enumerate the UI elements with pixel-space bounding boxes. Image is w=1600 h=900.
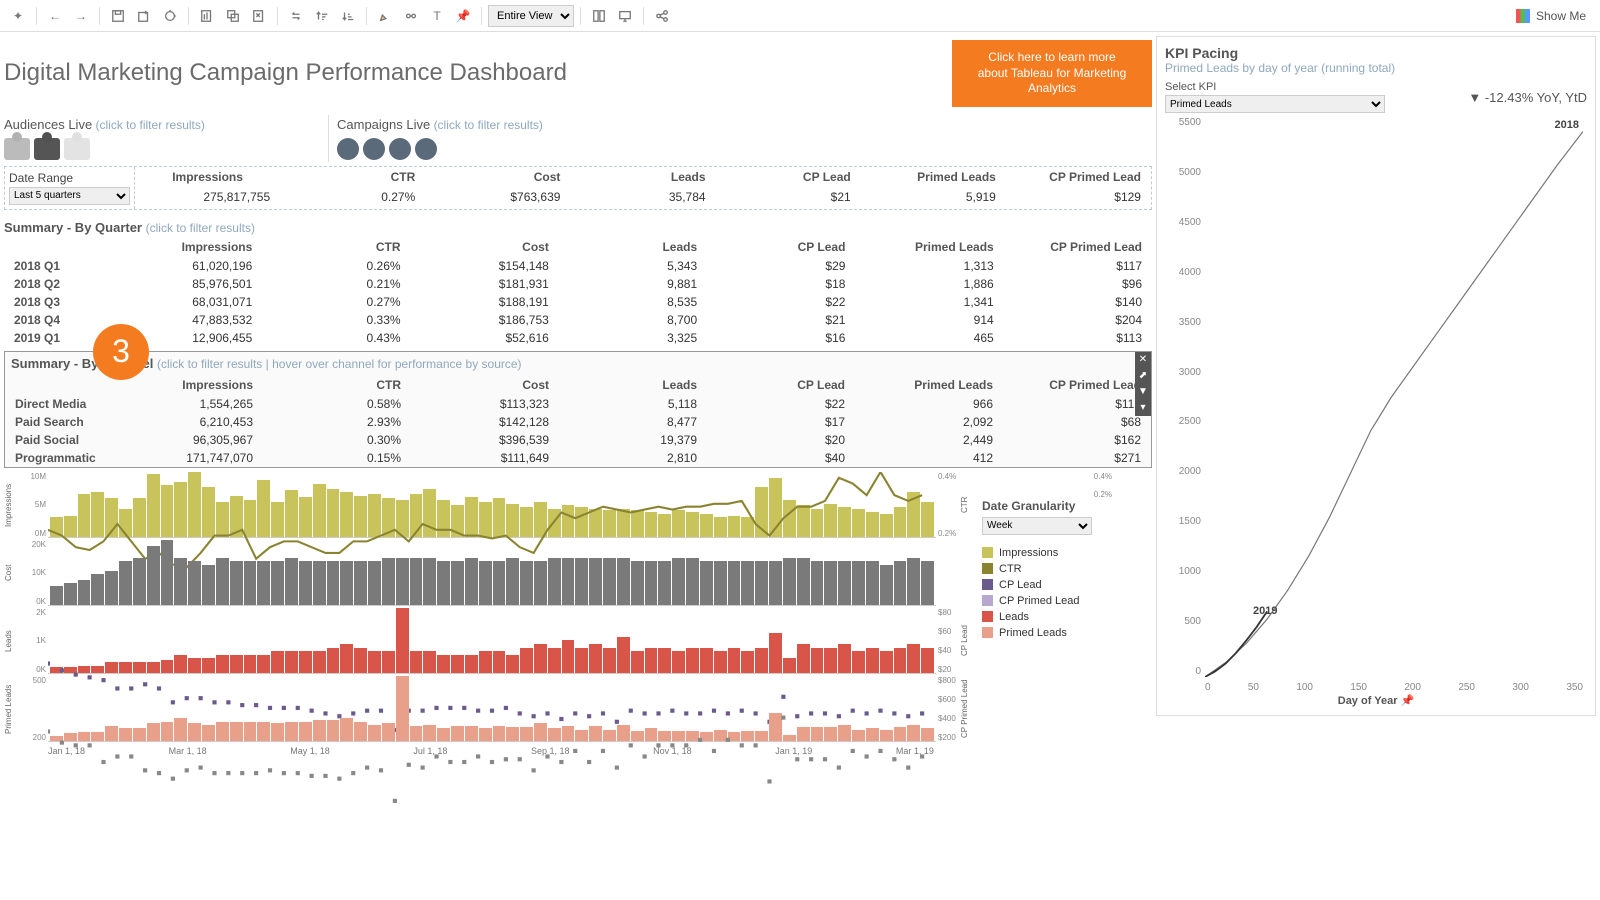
table-row[interactable]: 2018 Q161,020,1960.26%$154,1485,343$291,…	[4, 257, 1152, 275]
chart-cost[interactable]: Cost 20K10K0K	[4, 540, 978, 606]
table-row[interactable]: 2019 Q112,906,4550.43%$52,6163,325$16465…	[4, 329, 1152, 347]
cta-button[interactable]: Click here to learn more about Tableau f…	[952, 40, 1152, 107]
legend-item[interactable]: Leads	[982, 609, 1152, 625]
kpi-chart[interactable]: 5500500045004000350030002500200015001000…	[1165, 117, 1587, 707]
swap-icon[interactable]	[284, 4, 308, 28]
audience-icon[interactable]	[64, 138, 90, 160]
date-range-label: Date Range	[9, 171, 130, 185]
table-row[interactable]: Direct Media1,554,2650.58%$113,3235,118$…	[5, 395, 1151, 413]
chart-impressions[interactable]: Impressions 10M5M0M 0.4%0.2%CTR	[4, 472, 978, 538]
kpi-select[interactable]: Primed Leads	[1165, 95, 1385, 113]
clear-icon[interactable]	[247, 4, 271, 28]
table-row[interactable]: 2018 Q447,883,5320.33%$186,7538,700$2191…	[4, 311, 1152, 329]
audiences-label: Audiences Live	[4, 117, 92, 132]
pin-icon[interactable]: 📌	[451, 4, 475, 28]
campaign-dot[interactable]	[389, 138, 411, 160]
legend-item[interactable]: CP Primed Lead	[982, 593, 1152, 609]
kpi-panel: KPI Pacing Primed Leads by day of year (…	[1156, 36, 1596, 716]
table-row[interactable]: Paid Social96,305,9670.30%$396,53919,379…	[5, 431, 1151, 449]
granularity-select[interactable]: Week	[982, 517, 1092, 535]
expand-icon[interactable]: ⬈	[1135, 368, 1151, 384]
toolbar: ✦ ← → T 📌 Entire View Show Me	[0, 0, 1600, 32]
step-badge: 3	[93, 324, 149, 380]
refresh-icon[interactable]	[158, 4, 182, 28]
filter-icon[interactable]: ▼	[1135, 384, 1151, 400]
table-row[interactable]: 2018 Q368,031,0710.27%$188,1918,535$221,…	[4, 293, 1152, 311]
close-icon[interactable]: ✕	[1135, 352, 1151, 368]
audience-icon[interactable]	[4, 138, 30, 160]
chart-xaxis: Jan 1, 18Mar 1, 18May 1, 18Jul 1, 18Sep …	[4, 744, 978, 756]
view-mode-select[interactable]: Entire View	[488, 5, 574, 27]
legend-item[interactable]: CP Lead	[982, 577, 1152, 593]
presentation-icon[interactable]	[613, 4, 637, 28]
kpi-title: KPI Pacing	[1165, 45, 1587, 61]
sort-desc-icon[interactable]	[336, 4, 360, 28]
table-row[interactable]: 2018 Q285,976,5010.21%$181,9319,881$181,…	[4, 275, 1152, 293]
highlight-icon[interactable]	[373, 4, 397, 28]
show-cards-icon[interactable]	[587, 4, 611, 28]
table-row[interactable]: Programmatic171,747,0700.15%$111,6492,81…	[5, 449, 1151, 467]
duplicate-icon[interactable]	[221, 4, 245, 28]
group-icon[interactable]	[399, 4, 423, 28]
new-data-icon[interactable]	[132, 4, 156, 28]
page-title: Digital Marketing Campaign Performance D…	[4, 59, 567, 87]
save-icon[interactable]	[106, 4, 130, 28]
totals-icon[interactable]: T	[425, 4, 449, 28]
show-me-button[interactable]: Show Me	[1508, 9, 1594, 23]
granularity-label: Date Granularity	[982, 499, 1152, 513]
audience-icons[interactable]	[4, 138, 324, 160]
chart-primed-leads[interactable]: Primed Leads 500200 $800$600$400$200CP P…	[4, 676, 978, 742]
chart-leads[interactable]: Leads 2K1K0K $80$60$40$20CP Lead	[4, 608, 978, 674]
campaign-dots[interactable]	[337, 138, 1152, 160]
date-range-select[interactable]: Last 5 quarters	[9, 187, 130, 205]
campaigns-label: Campaigns Live	[337, 117, 430, 132]
forward-icon[interactable]: →	[69, 4, 93, 28]
audience-icon[interactable]	[34, 138, 60, 160]
share-icon[interactable]	[650, 4, 674, 28]
campaign-dot[interactable]	[337, 138, 359, 160]
back-icon[interactable]: ←	[43, 4, 67, 28]
legend-item[interactable]: Primed Leads	[982, 625, 1152, 641]
channel-section[interactable]: 3 ✕ ⬈ ▼ ▾ Summary - By Channel (click to…	[4, 351, 1152, 468]
kpi-subtitle: Primed Leads by day of year (running tot…	[1165, 61, 1587, 75]
table-row[interactable]: Paid Search6,210,4532.93%$142,1288,477$1…	[5, 413, 1151, 431]
new-sheet-icon[interactable]	[195, 4, 219, 28]
campaign-dot[interactable]	[363, 138, 385, 160]
legend-item[interactable]: CTR	[982, 561, 1152, 577]
more-icon[interactable]: ▾	[1135, 400, 1151, 416]
logo-icon[interactable]: ✦	[6, 4, 30, 28]
legend-item[interactable]: Impressions	[982, 545, 1152, 561]
topline-metrics: Date Range Last 5 quarters ImpressionsCT…	[4, 166, 1152, 210]
show-me-icon	[1516, 9, 1530, 23]
sort-asc-icon[interactable]	[310, 4, 334, 28]
quarter-title: Summary - By Quarter (click to filter re…	[4, 214, 1152, 237]
campaign-dot[interactable]	[415, 138, 437, 160]
kpi-delta: ▼ -12.43% YoY, YtD	[1468, 90, 1587, 105]
quarter-table[interactable]: ImpressionsCTRCostLeadsCP LeadPrimed Lea…	[4, 237, 1152, 347]
